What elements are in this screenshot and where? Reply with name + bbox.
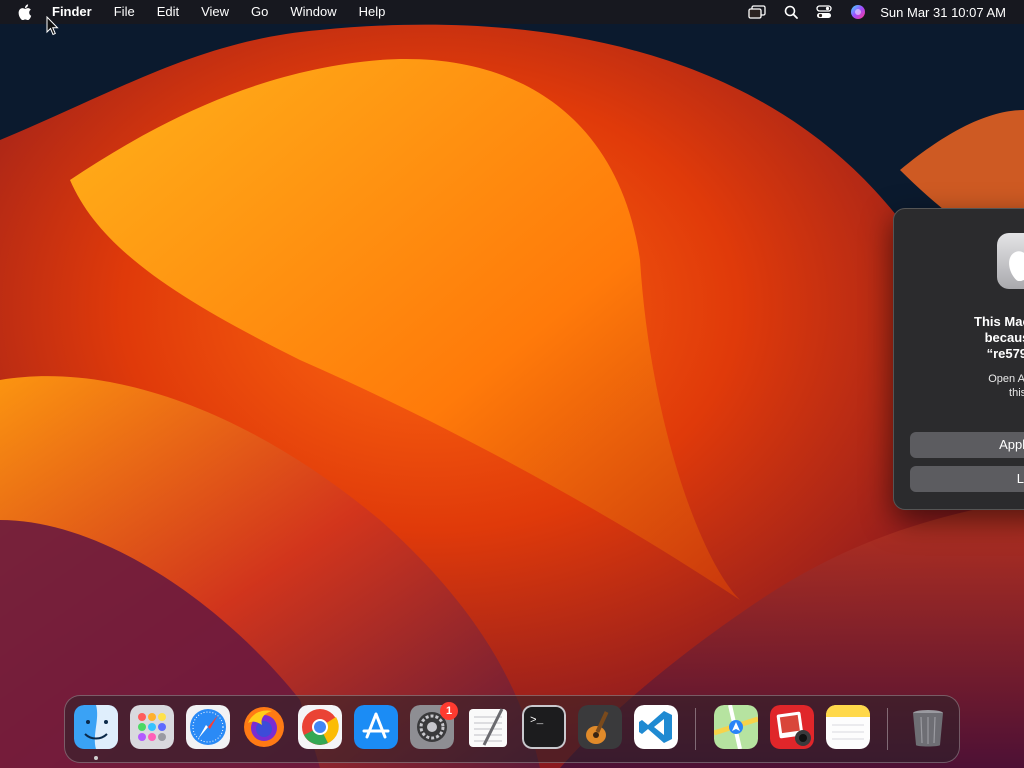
dock-app-store-icon[interactable] (354, 705, 398, 749)
later-button[interactable]: La (910, 466, 1024, 492)
menu-bar-clock[interactable]: Sun Mar 31 10:07 AM (880, 5, 1006, 20)
menu-window[interactable]: Window (290, 0, 336, 24)
finder-running-indicator (94, 756, 98, 760)
dock-trash-icon[interactable] (906, 705, 950, 749)
menu-help[interactable]: Help (359, 0, 386, 24)
dock-vscode-icon[interactable] (634, 705, 678, 749)
system-settings-app-icon (997, 233, 1024, 289)
dock-terminal-icon[interactable]: >_ (522, 705, 566, 749)
dock-firefox-icon[interactable] (242, 705, 286, 749)
dock-finder-icon[interactable] (74, 705, 118, 749)
dialog-title: This Mac can't c because of a “re579082@ (974, 314, 1024, 361)
control-center-icon[interactable] (816, 5, 832, 19)
desktop-wallpaper (0, 0, 1024, 768)
system-settings-badge: 1 (440, 702, 458, 720)
menu-file[interactable]: File (114, 0, 135, 24)
apple-menu-icon[interactable] (18, 4, 32, 20)
dock-separator (695, 708, 696, 750)
dock: 1 >_ (64, 695, 960, 763)
spotlight-search-icon[interactable] (784, 5, 799, 19)
dialog-message: Open Apple ID this pr (988, 373, 1024, 399)
siri-icon[interactable] (850, 4, 866, 20)
apple-id-alert-dialog: This Mac can't c because of a “re579082@… (893, 208, 1024, 510)
dock-separator-trash (887, 708, 888, 750)
dock-safari-icon[interactable] (186, 705, 230, 749)
dock-maps-icon[interactable] (714, 705, 758, 749)
dock-photo-booth-icon[interactable] (770, 705, 814, 749)
screen-mirroring-icon[interactable] (748, 5, 766, 19)
menu-go[interactable]: Go (251, 0, 268, 24)
dock-notes-icon[interactable] (826, 705, 870, 749)
apple-id-preferences-button[interactable]: Apple ID (910, 432, 1024, 458)
dock-chrome-icon[interactable] (298, 705, 342, 749)
menu-bar: Finder File Edit View Go Window Help Sun… (0, 0, 1024, 24)
dock-launchpad-icon[interactable] (130, 705, 174, 749)
menu-view[interactable]: View (201, 0, 229, 24)
dock-garageband-icon[interactable] (578, 705, 622, 749)
mouse-pointer-icon (46, 15, 60, 36)
dock-textedit-icon[interactable] (466, 705, 510, 749)
svg-text:>_: >_ (530, 715, 544, 727)
menu-edit[interactable]: Edit (157, 0, 179, 24)
